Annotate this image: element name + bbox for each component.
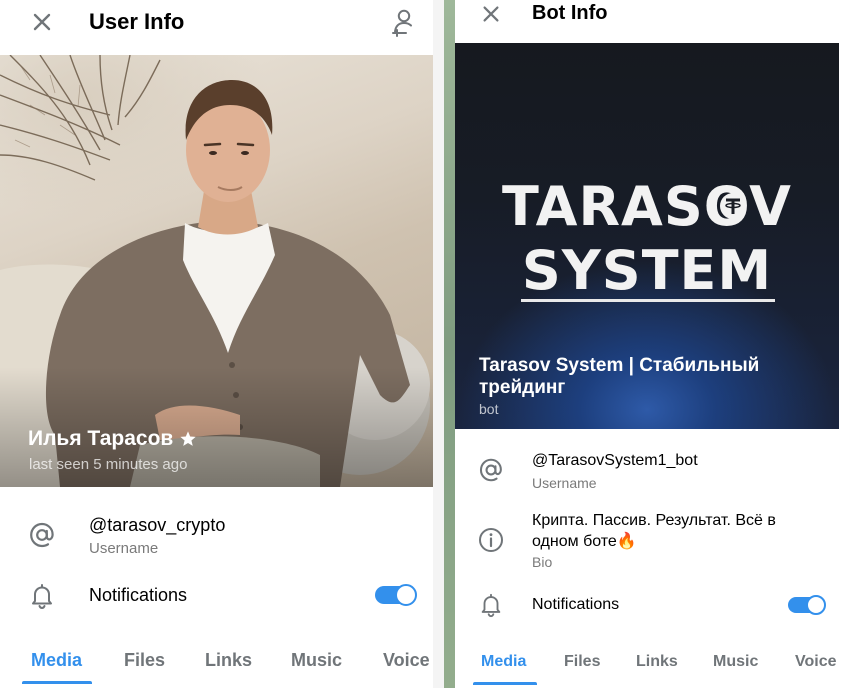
close-icon[interactable] <box>480 3 502 25</box>
bot-notifications-row[interactable]: Notifications <box>455 585 856 625</box>
notifications-toggle[interactable] <box>375 584 417 606</box>
logo-text-line2: SYSTEM <box>521 239 773 302</box>
profile-name: Илья Тарасов <box>28 427 174 450</box>
tab-links[interactable]: Links <box>636 653 678 671</box>
bot-username-label: Username <box>532 475 597 491</box>
tab-files[interactable]: Files <box>124 650 165 671</box>
tab-media[interactable]: Media <box>481 653 526 671</box>
user-info-panel: User Info Илья Тарасов last seen 5 minut… <box>0 0 433 688</box>
chat-wallpaper-strip <box>444 0 455 688</box>
tab-links[interactable]: Links <box>205 650 252 671</box>
tab-voice[interactable]: Voice <box>795 653 837 671</box>
bot-username-value: @TarasovSystem1_bot <box>532 452 698 469</box>
star-icon <box>180 431 196 446</box>
at-sign-icon <box>479 458 502 482</box>
tab-indicator <box>473 682 537 685</box>
username-value: @tarasov_crypto <box>89 515 226 535</box>
bio-row[interactable]: Крипта. Пассив. Результат. Всё в одном б… <box>455 505 856 577</box>
logo-text-line1: TARASOV <box>502 175 792 238</box>
info-icon <box>479 528 503 552</box>
profile-name-wrap: Илья Тарасов <box>28 427 197 451</box>
tab-media[interactable]: Media <box>31 650 82 671</box>
page-title: User Info <box>89 9 185 34</box>
bot-notifications-label: Notifications <box>532 596 620 613</box>
toggle-knob <box>395 584 417 606</box>
tab-music[interactable]: Music <box>713 653 758 671</box>
bell-icon <box>481 593 501 618</box>
tab-indicator <box>22 681 92 684</box>
tab-voice[interactable]: Voice <box>383 650 430 671</box>
tether-logo-icon <box>720 193 746 219</box>
add-contact-icon[interactable] <box>389 7 419 37</box>
username-label: Username <box>89 540 159 557</box>
bio-text: Крипта. Пассив. Результат. Всё в одном б… <box>532 512 776 550</box>
bot-notifications-toggle[interactable] <box>788 595 826 615</box>
bot-media-tabs: Media Files Links Music Voice <box>455 640 856 688</box>
bot-username-row[interactable]: @TarasovSystem1_bot Username <box>455 444 856 500</box>
notifications-row[interactable]: Notifications <box>0 574 433 618</box>
tab-music[interactable]: Music <box>291 650 342 671</box>
username-row[interactable]: @tarasov_crypto Username <box>0 505 433 565</box>
panel-divider <box>433 0 444 688</box>
tab-files[interactable]: Files <box>564 653 600 671</box>
bot-type-label: bot <box>479 401 499 417</box>
bot-info-header: Bot Info <box>455 0 856 30</box>
profile-photo[interactable]: Илья Тарасов last seen 5 minutes ago <box>0 55 433 487</box>
media-tabs: Media Files Links Music Voice <box>0 638 433 688</box>
bio-label: Bio <box>532 554 553 570</box>
bot-profile-photo[interactable]: TARASOV SYSTEM Tarasov System | Стабильн… <box>455 43 839 429</box>
logo-underline <box>521 299 775 302</box>
notifications-label: Notifications <box>89 585 188 605</box>
page-title: Bot Info <box>532 2 608 24</box>
bot-name: Tarasov System | Стабильный трейдинг <box>479 355 760 398</box>
at-sign-icon <box>30 522 54 548</box>
toggle-knob <box>806 595 826 615</box>
last-seen-status: last seen 5 minutes ago <box>29 456 188 473</box>
user-info-header: User Info <box>0 0 433 44</box>
bot-info-panel: Bot Info TARASOV SYSTEM Tarasov System |… <box>455 0 856 688</box>
bell-icon <box>32 584 52 610</box>
close-icon[interactable] <box>30 10 54 34</box>
